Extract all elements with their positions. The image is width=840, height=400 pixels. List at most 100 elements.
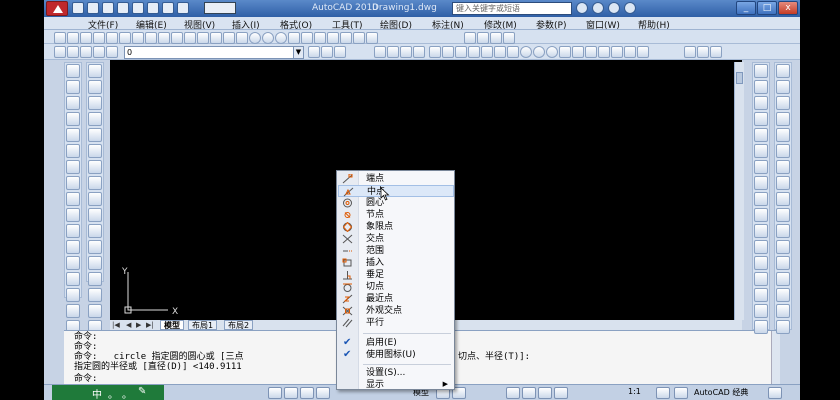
continuous-orbit-icon[interactable]	[776, 96, 790, 110]
redo-icon[interactable]	[162, 2, 174, 14]
zoom-window-icon[interactable]	[262, 32, 274, 44]
cut-icon[interactable]	[145, 32, 157, 44]
view-top-icon[interactable]	[776, 112, 790, 126]
plot-icon[interactable]	[177, 2, 189, 14]
camera-icon[interactable]	[776, 272, 790, 286]
menu-item-node[interactable]: 节点	[338, 209, 454, 221]
orbit-icon[interactable]	[776, 64, 790, 78]
spline-icon[interactable]	[66, 192, 80, 206]
menu-item-perpendicular[interactable]: 垂足	[338, 269, 454, 281]
save-icon[interactable]	[102, 2, 114, 14]
offset-icon[interactable]	[413, 46, 425, 58]
steering-wheel-button[interactable]	[538, 387, 552, 399]
snap-none-icon[interactable]	[624, 46, 636, 58]
extend-icon[interactable]	[88, 224, 102, 238]
canvas-vertical-scrollbar[interactable]	[734, 62, 744, 320]
view-back-icon[interactable]	[776, 192, 790, 206]
workspace-label[interactable]: AutoCAD 经典	[694, 387, 748, 398]
favorites-star-icon[interactable]	[608, 2, 620, 14]
snap-insert-icon[interactable]	[585, 46, 597, 58]
erase-icon[interactable]	[88, 64, 102, 78]
help-icon[interactable]	[366, 32, 378, 44]
zoom-button[interactable]	[522, 387, 536, 399]
osnap-settings-icon[interactable]	[637, 46, 649, 58]
design-center-icon[interactable]	[301, 32, 313, 44]
undo-icon[interactable]	[147, 2, 159, 14]
publish-icon[interactable]	[119, 32, 131, 44]
ellipse-arc-icon[interactable]	[66, 224, 80, 238]
layer-properties-icon[interactable]	[54, 46, 66, 58]
open-file-icon[interactable]	[87, 2, 99, 14]
workspace-gear-icon[interactable]	[674, 387, 688, 399]
tab-model[interactable]: 模型	[160, 320, 184, 330]
temp-track-icon[interactable]	[429, 46, 441, 58]
ellipse-icon[interactable]	[66, 208, 80, 222]
polygon-icon[interactable]	[66, 112, 80, 126]
dim-aligned-icon[interactable]	[697, 46, 709, 58]
lights-icon[interactable]	[776, 320, 790, 334]
ortho-button[interactable]	[300, 387, 314, 399]
layer-dropdown[interactable]: 0 ▼	[124, 46, 304, 59]
lightbulb-icon[interactable]	[67, 46, 79, 58]
help-icon[interactable]	[624, 2, 636, 14]
snap-tangent-icon[interactable]	[546, 46, 558, 58]
plot-preview-icon[interactable]	[106, 32, 118, 44]
view-front-icon[interactable]	[776, 176, 790, 190]
tab-first-icon[interactable]: |◀	[112, 321, 120, 329]
menu-item-parallel[interactable]: 平行	[338, 317, 454, 329]
match-properties-icon[interactable]	[184, 32, 196, 44]
menu-item-intersection[interactable]: 交点	[338, 233, 454, 245]
new-file-icon[interactable]	[72, 2, 84, 14]
dim-ordinate-icon[interactable]	[754, 112, 768, 126]
line-icon[interactable]	[66, 64, 80, 78]
rotate-icon[interactable]	[88, 160, 102, 174]
center-mark-icon[interactable]	[754, 288, 768, 302]
menu-item-apparent-intersection[interactable]: 外观交点	[338, 305, 454, 317]
free-orbit-icon[interactable]	[776, 80, 790, 94]
polar-button[interactable]	[316, 387, 330, 399]
copy-icon[interactable]	[158, 32, 170, 44]
dim-style-icon[interactable]	[477, 32, 489, 44]
dim-arc-icon[interactable]	[754, 96, 768, 110]
dim-baseline-icon[interactable]	[754, 208, 768, 222]
snap-from-icon[interactable]	[442, 46, 454, 58]
mirror-icon[interactable]	[400, 46, 412, 58]
render-icon[interactable]	[776, 304, 790, 318]
properties-icon[interactable]	[288, 32, 300, 44]
copy-icon[interactable]	[88, 80, 102, 94]
command-prompt[interactable]: 命令:	[74, 374, 97, 384]
rectangle-icon[interactable]	[66, 128, 80, 142]
text-style-icon[interactable]	[464, 32, 476, 44]
polyline-icon[interactable]	[66, 96, 80, 110]
zoom-realtime-icon[interactable]	[249, 32, 261, 44]
save-icon[interactable]	[80, 32, 92, 44]
se-iso-icon[interactable]	[776, 224, 790, 238]
snap-parallel-icon[interactable]	[572, 46, 584, 58]
layer-previous-icon[interactable]	[321, 46, 333, 58]
sun-icon[interactable]	[80, 46, 92, 58]
menu-item-use-icons[interactable]: ✔ 使用图标(U)	[338, 349, 454, 361]
chamfer-icon[interactable]	[88, 288, 102, 302]
snap-nearest-icon[interactable]	[611, 46, 623, 58]
mirror-icon[interactable]	[88, 96, 102, 110]
trim-icon[interactable]	[88, 208, 102, 222]
circle-icon[interactable]	[66, 160, 80, 174]
insert-block-icon[interactable]	[66, 240, 80, 254]
view-left-icon[interactable]	[776, 144, 790, 158]
showmotion-button[interactable]	[554, 387, 568, 399]
help-search-input[interactable]: 键入关键字或短语	[452, 2, 572, 15]
point-icon[interactable]	[66, 272, 80, 286]
clean-screen-button[interactable]	[768, 387, 782, 399]
menu-item-center[interactable]: 圆心	[338, 197, 454, 209]
nw-iso-icon[interactable]	[776, 256, 790, 270]
workspace-dropdown[interactable]	[204, 2, 236, 14]
search-icon[interactable]	[576, 2, 588, 14]
color-square-icon[interactable]	[106, 46, 118, 58]
inspection-icon[interactable]	[754, 304, 768, 318]
jogged-linear-icon[interactable]	[754, 320, 768, 334]
menu-item-extension[interactable]: 范围	[338, 245, 454, 257]
arc-icon[interactable]	[66, 144, 80, 158]
revision-cloud-icon[interactable]	[66, 176, 80, 190]
visual-style-icon[interactable]	[776, 288, 790, 302]
plot-icon[interactable]	[93, 32, 105, 44]
